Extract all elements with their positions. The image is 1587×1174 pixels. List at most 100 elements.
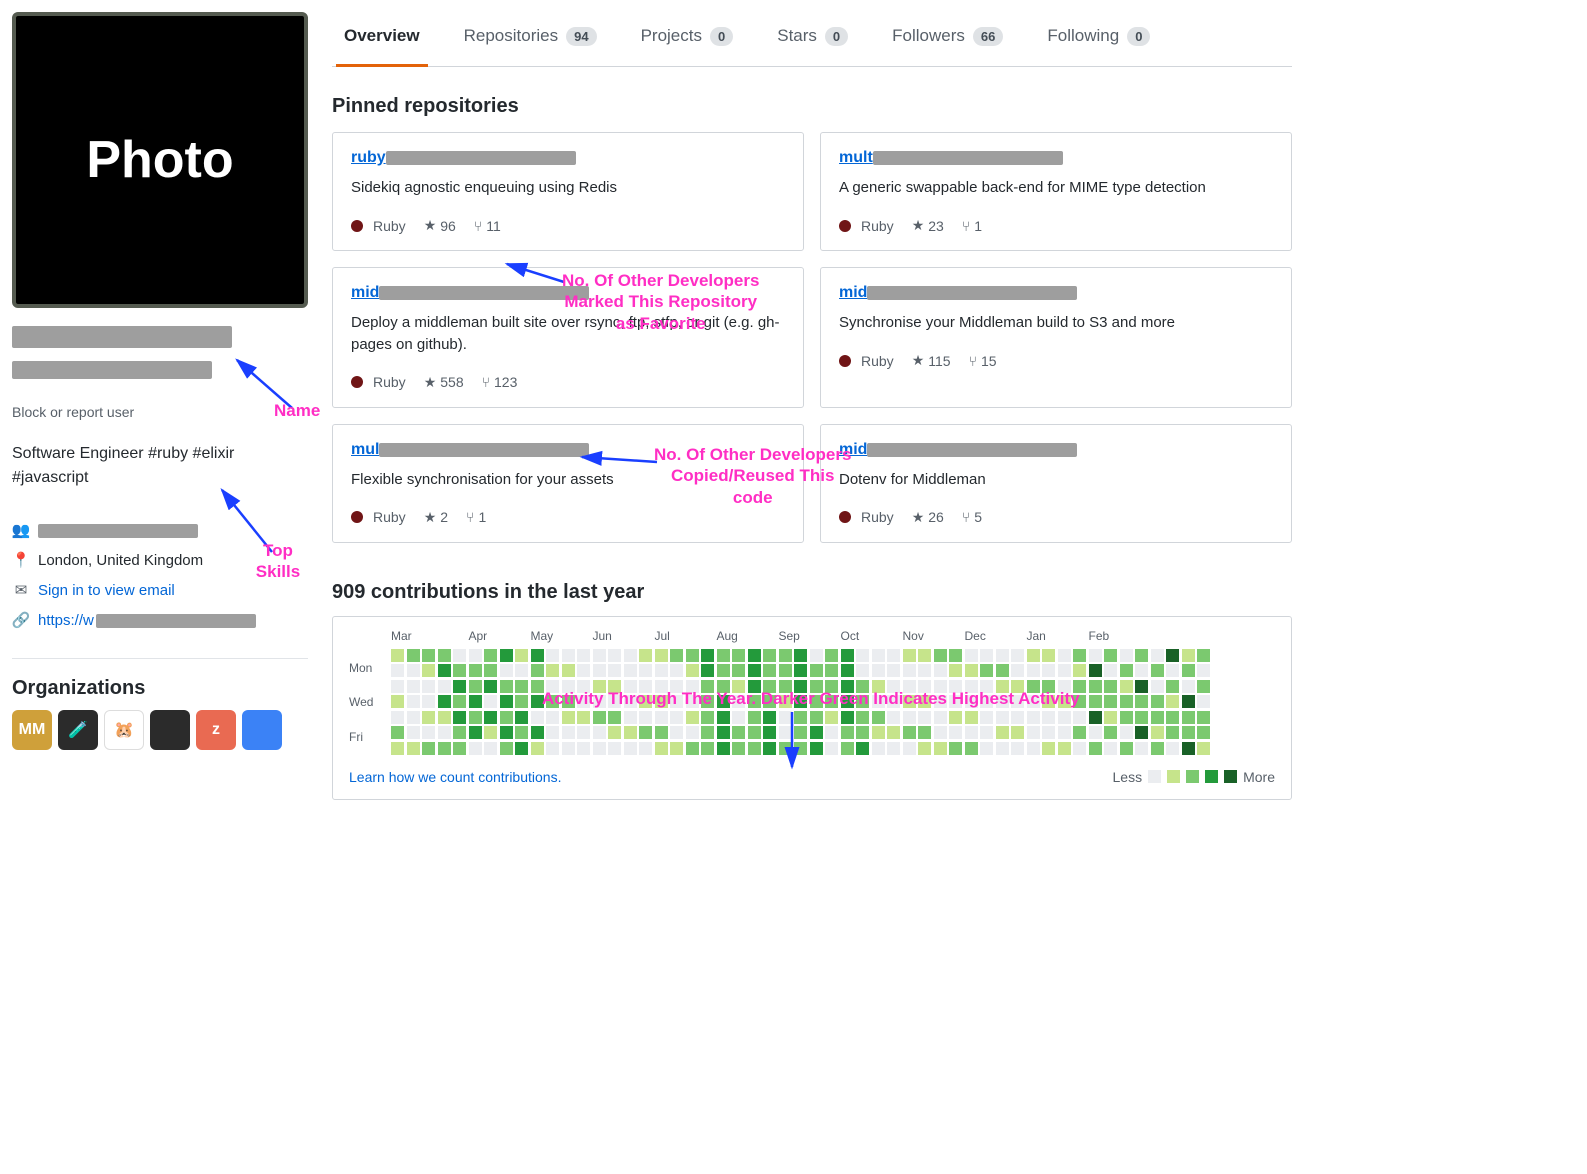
contribution-cell[interactable] <box>1135 711 1148 724</box>
contribution-cell[interactable] <box>1166 664 1179 677</box>
org-avatar[interactable]: MM <box>12 710 52 750</box>
contribution-cell[interactable] <box>608 711 621 724</box>
contribution-cell[interactable] <box>1073 664 1086 677</box>
contribution-cell[interactable] <box>1120 649 1133 662</box>
contribution-cell[interactable] <box>531 695 544 708</box>
contribution-cell[interactable] <box>732 711 745 724</box>
contribution-cell[interactable] <box>391 711 404 724</box>
contribution-cell[interactable] <box>453 680 466 693</box>
contribution-cell[interactable] <box>918 711 931 724</box>
contribution-cell[interactable] <box>608 742 621 755</box>
contribution-cell[interactable] <box>531 680 544 693</box>
contribution-cell[interactable] <box>887 711 900 724</box>
contribution-cell[interactable] <box>1104 649 1117 662</box>
contribution-cell[interactable] <box>887 726 900 739</box>
contribution-cell[interactable] <box>655 695 668 708</box>
contribution-cell[interactable] <box>1073 695 1086 708</box>
contribution-cell[interactable] <box>748 664 761 677</box>
contribution-cell[interactable] <box>1058 695 1071 708</box>
contribution-cell[interactable] <box>469 742 482 755</box>
contribution-cell[interactable] <box>1042 680 1055 693</box>
contribution-cell[interactable] <box>996 664 1009 677</box>
contribution-cell[interactable] <box>794 649 807 662</box>
contribution-cell[interactable] <box>717 726 730 739</box>
repo-forks[interactable]: ⑂ 11 <box>474 218 501 234</box>
contribution-cell[interactable] <box>763 649 776 662</box>
contribution-cell[interactable] <box>670 726 683 739</box>
contribution-cell[interactable] <box>1058 711 1071 724</box>
contribution-cell[interactable] <box>996 649 1009 662</box>
contribution-cell[interactable] <box>1197 711 1210 724</box>
contribution-cell[interactable] <box>624 695 637 708</box>
contribution-cell[interactable] <box>515 742 528 755</box>
repo-stars[interactable]: ★ 2 <box>424 509 448 526</box>
contribution-cell[interactable] <box>701 649 714 662</box>
contribution-cell[interactable] <box>453 664 466 677</box>
contribution-cell[interactable] <box>407 695 420 708</box>
tab-projects[interactable]: Projects0 <box>633 12 742 67</box>
contribution-cell[interactable] <box>1073 726 1086 739</box>
contribution-cell[interactable] <box>934 664 947 677</box>
contribution-cell[interactable] <box>872 742 885 755</box>
contribution-cell[interactable] <box>763 726 776 739</box>
contribution-cell[interactable] <box>469 664 482 677</box>
contribution-cell[interactable] <box>825 695 838 708</box>
contribution-cell[interactable] <box>422 664 435 677</box>
contribution-cell[interactable] <box>980 726 993 739</box>
tab-stars[interactable]: Stars0 <box>769 12 856 67</box>
contribution-cell[interactable] <box>949 726 962 739</box>
contribution-cell[interactable] <box>872 649 885 662</box>
contribution-cell[interactable] <box>1104 726 1117 739</box>
contribution-cell[interactable] <box>1120 664 1133 677</box>
contribution-cell[interactable] <box>1011 695 1024 708</box>
contribution-cell[interactable] <box>810 711 823 724</box>
contribution-cell[interactable] <box>1197 695 1210 708</box>
repo-link[interactable]: mid <box>839 441 867 459</box>
contribution-cell[interactable] <box>965 726 978 739</box>
contribution-cell[interactable] <box>1089 711 1102 724</box>
contribution-cell[interactable] <box>717 711 730 724</box>
contribution-cell[interactable] <box>887 649 900 662</box>
contribution-cell[interactable] <box>391 695 404 708</box>
contribution-cell[interactable] <box>717 680 730 693</box>
repo-link[interactable]: mid <box>351 284 379 302</box>
contribution-cell[interactable] <box>903 664 916 677</box>
contribution-cell[interactable] <box>825 664 838 677</box>
contribution-cell[interactable] <box>934 649 947 662</box>
contribution-cell[interactable] <box>856 711 869 724</box>
contribution-cell[interactable] <box>779 680 792 693</box>
contribution-cell[interactable] <box>453 695 466 708</box>
contribution-cell[interactable] <box>918 664 931 677</box>
contribution-cell[interactable] <box>546 711 559 724</box>
tab-overview[interactable]: Overview <box>336 12 428 67</box>
repo-forks[interactable]: ⑂ 15 <box>969 353 997 369</box>
contribution-cell[interactable] <box>639 726 652 739</box>
contribution-cell[interactable] <box>686 680 699 693</box>
contribution-cell[interactable] <box>639 649 652 662</box>
contribution-cell[interactable] <box>1182 726 1195 739</box>
contribution-cell[interactable] <box>856 664 869 677</box>
contribution-cell[interactable] <box>1027 711 1040 724</box>
contribution-cell[interactable] <box>484 664 497 677</box>
contribution-cell[interactable] <box>1089 742 1102 755</box>
contribution-cell[interactable] <box>841 711 854 724</box>
repo-forks[interactable]: ⑂ 1 <box>962 218 982 234</box>
contribution-cell[interactable] <box>562 726 575 739</box>
contribution-cell[interactable] <box>453 649 466 662</box>
contribution-cell[interactable] <box>1197 726 1210 739</box>
contribution-cell[interactable] <box>701 742 714 755</box>
contribution-cell[interactable] <box>422 711 435 724</box>
contribution-cell[interactable] <box>1027 664 1040 677</box>
org-avatar[interactable]: 🧪 <box>58 710 98 750</box>
contribution-cell[interactable] <box>748 649 761 662</box>
email-signin-link[interactable]: Sign in to view email <box>38 576 175 606</box>
contribution-cell[interactable] <box>1011 680 1024 693</box>
contribution-cell[interactable] <box>1027 649 1040 662</box>
contribution-cell[interactable] <box>1182 711 1195 724</box>
contribution-cell[interactable] <box>484 742 497 755</box>
contribution-cell[interactable] <box>624 711 637 724</box>
contribution-cell[interactable] <box>918 649 931 662</box>
contribution-cell[interactable] <box>732 695 745 708</box>
contribution-cell[interactable] <box>577 680 590 693</box>
contribution-cell[interactable] <box>593 695 606 708</box>
